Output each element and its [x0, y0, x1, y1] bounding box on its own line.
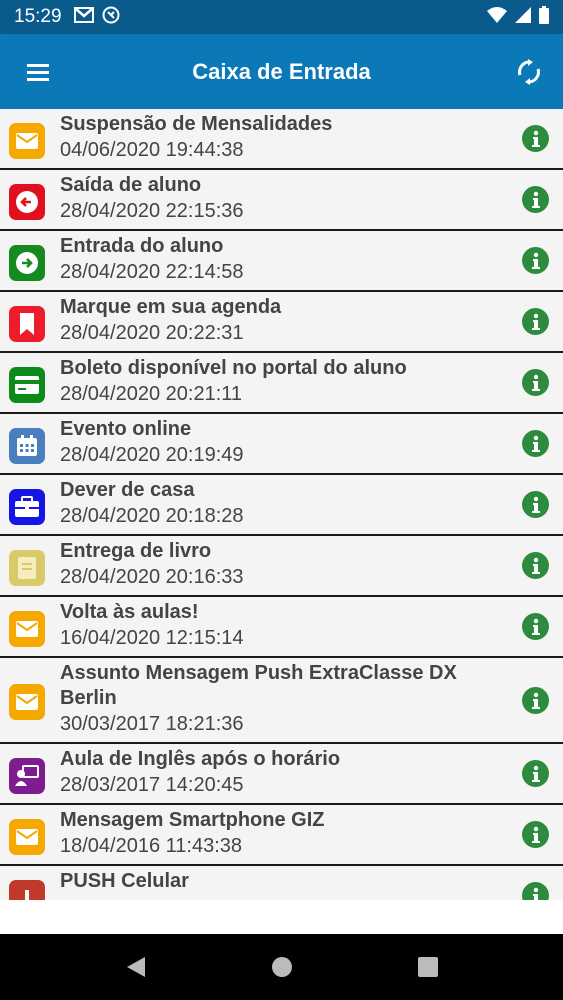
info-button[interactable] — [522, 613, 549, 640]
book-icon — [9, 550, 45, 586]
message-title: Mensagem Smartphone GIZ — [60, 809, 325, 831]
message-date: 30/03/2017 18:21:36 — [60, 713, 244, 735]
message-title: Entrega de livro — [60, 540, 212, 562]
message-date: 28/04/2020 22:14:58 — [60, 261, 244, 283]
sync-icon — [518, 59, 540, 85]
message-date: 28/04/2020 20:16:33 — [60, 566, 244, 588]
message-title: Boleto disponível no portal do aluno — [60, 357, 407, 379]
menu-button[interactable] — [24, 58, 52, 86]
info-button[interactable] — [522, 308, 549, 335]
message-row[interactable]: Entrada do aluno 28/04/2020 22:14:58 — [0, 231, 563, 292]
message-row[interactable]: Mensagem Smartphone GIZ 18/04/2016 11:43:… — [0, 805, 563, 866]
message-date: 18/04/2016 11:43:38 — [60, 835, 243, 857]
message-row[interactable]: PUSH Celular — [0, 866, 563, 900]
teacher-icon — [9, 758, 45, 794]
envelope-icon — [9, 611, 45, 647]
message-date: 28/04/2020 20:18:28 — [60, 505, 244, 527]
wifi-icon — [487, 6, 507, 28]
message-row[interactable]: Volta às aulas! 16/04/2020 12:15:14 — [0, 597, 563, 658]
recents-button[interactable] — [414, 953, 442, 981]
message-row[interactable]: Evento online 28/04/2020 20:19:49 — [0, 414, 563, 475]
message-list[interactable]: Suspensão de Mensalidades 04/06/2020 19:4… — [0, 109, 563, 900]
message-title: Marque em sua agenda — [60, 296, 282, 318]
info-button[interactable] — [522, 247, 549, 274]
hamburger-icon — [27, 64, 49, 81]
message-row[interactable]: Suspensão de Mensalidades 04/06/2020 19:4… — [0, 109, 563, 170]
credit-card-icon — [9, 367, 45, 403]
message-row[interactable]: Entrega de livro 28/04/2020 20:16:33 — [0, 536, 563, 597]
alert-icon — [9, 880, 45, 900]
info-button[interactable] — [522, 760, 549, 787]
status-bar: 15:29 — [0, 0, 563, 34]
message-date: 28/04/2020 20:22:31 — [60, 322, 244, 344]
message-title: Volta às aulas! — [60, 601, 199, 623]
recents-square-icon — [417, 957, 438, 977]
message-row[interactable]: Dever de casa 28/04/2020 20:18:28 — [0, 475, 563, 536]
message-row[interactable]: Boleto disponível no portal do aluno 28/0… — [0, 353, 563, 414]
message-row[interactable]: Assunto Mensagem Push ExtraClasse DX Ber… — [0, 658, 563, 744]
info-button[interactable] — [522, 125, 549, 152]
refresh-button[interactable] — [513, 56, 545, 88]
back-triangle-icon — [126, 957, 145, 977]
info-glyph — [531, 692, 540, 709]
info-glyph — [531, 313, 540, 330]
message-title: Dever de casa — [60, 479, 195, 501]
info-button[interactable] — [522, 186, 549, 213]
message-title: Suspensão de Mensalidades — [60, 113, 333, 135]
message-title: PUSH Celular — [60, 870, 189, 892]
page-title: Caixa de Entrada — [192, 58, 371, 84]
message-row[interactable]: Saída de aluno 28/04/2020 22:15:36 — [0, 170, 563, 231]
message-title: Evento online — [60, 418, 192, 440]
info-glyph — [532, 887, 538, 900]
briefcase-icon — [9, 489, 45, 525]
arrow-left-icon — [9, 184, 45, 220]
envelope-icon — [9, 123, 45, 159]
bookmark-icon — [9, 306, 45, 342]
info-glyph — [531, 130, 540, 147]
info-glyph — [531, 557, 540, 574]
message-date: 04/06/2020 19:44:38 — [60, 139, 244, 161]
info-button[interactable] — [522, 552, 549, 579]
message-date: 16/04/2020 12:15:14 — [60, 627, 244, 649]
app-bar: Caixa de Entrada — [0, 34, 563, 109]
info-glyph — [531, 618, 540, 635]
message-title: Saída de aluno — [60, 174, 202, 196]
calendar-icon — [9, 428, 45, 464]
message-title: Assunto Mensagem Push ExtraClasse DX Ber… — [60, 662, 457, 709]
battery-icon — [539, 5, 549, 29]
info-button[interactable] — [522, 882, 549, 900]
envelope-icon — [9, 819, 45, 855]
info-button[interactable] — [522, 687, 549, 714]
info-button[interactable] — [522, 491, 549, 518]
navigation-bar — [0, 934, 563, 1000]
message-date: 28/04/2020 20:21:11 — [60, 383, 243, 405]
signal-icon — [515, 6, 531, 28]
info-glyph — [531, 496, 540, 513]
info-glyph — [531, 191, 540, 208]
message-row[interactable]: Aula de Inglês após o horário 28/03/2017 … — [0, 744, 563, 805]
envelope-icon — [9, 684, 45, 720]
message-row[interactable]: Marque em sua agenda 28/04/2020 20:22:31 — [0, 292, 563, 353]
home-button[interactable] — [268, 953, 296, 981]
info-glyph — [531, 374, 540, 391]
message-title: Aula de Inglês após o horário — [60, 748, 341, 770]
info-glyph — [531, 435, 540, 452]
message-title: Entrada do aluno — [60, 235, 224, 257]
info-glyph — [531, 765, 540, 782]
status-time: 15:29 — [14, 6, 62, 27]
message-date: 28/03/2017 14:20:45 — [60, 774, 244, 796]
arrow-right-icon — [9, 245, 45, 281]
back-button[interactable] — [122, 953, 150, 981]
gmail-icon — [73, 6, 94, 28]
message-date: 28/04/2020 20:19:49 — [60, 444, 244, 466]
info-button[interactable] — [522, 430, 549, 457]
message-date: 28/04/2020 22:15:36 — [60, 200, 244, 222]
info-glyph — [531, 252, 540, 269]
info-button[interactable] — [522, 821, 549, 848]
info-button[interactable] — [522, 369, 549, 396]
sync-notification-icon — [102, 6, 120, 29]
home-circle-icon — [271, 957, 292, 977]
info-glyph — [531, 826, 540, 843]
